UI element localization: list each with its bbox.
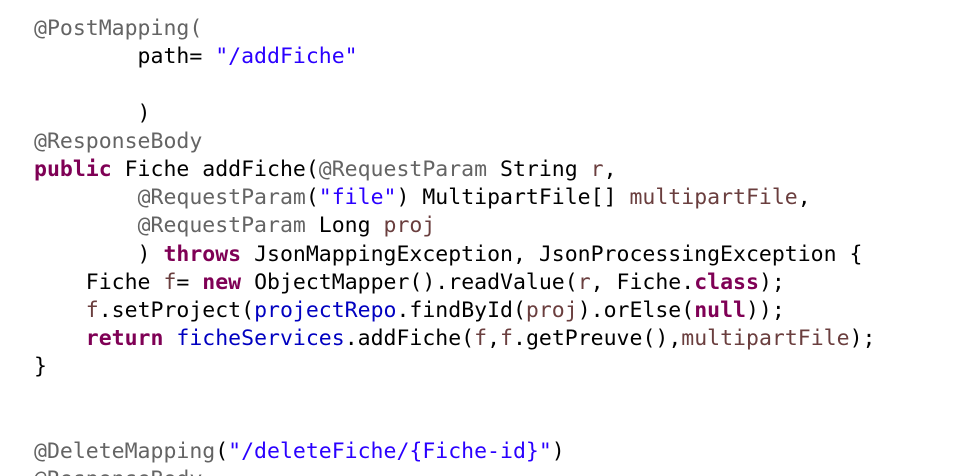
code-token: ); bbox=[849, 326, 876, 352]
code-token: ObjectMapper().readValue( bbox=[241, 269, 578, 295]
code-token: public bbox=[34, 156, 112, 182]
code-token: JsonMappingException, JsonProcessingExce… bbox=[241, 241, 863, 267]
code-token: } bbox=[34, 354, 47, 380]
code-token: f bbox=[474, 326, 488, 352]
code-line[interactable]: @ResponseBody bbox=[34, 128, 875, 156]
code-line[interactable]: @PostMapping( bbox=[34, 15, 875, 43]
code-token: ) bbox=[551, 438, 565, 464]
code-token: multipartFile bbox=[629, 185, 798, 211]
code-line[interactable]: f.setProject(projectRepo.findById(proj).… bbox=[34, 297, 875, 325]
code-token: r bbox=[577, 269, 591, 295]
code-token: Fiche addFiche( bbox=[111, 156, 319, 182]
code-token: null bbox=[694, 297, 746, 323]
code-token: ( bbox=[305, 185, 319, 211]
code-line[interactable]: @RequestParam("file") MultipartFile[] mu… bbox=[34, 184, 875, 212]
code-line[interactable]: @RequestParam Long proj bbox=[34, 212, 875, 240]
code-line[interactable]: public Fiche addFiche(@RequestParam Stri… bbox=[34, 156, 875, 184]
code-token: "file" bbox=[318, 185, 397, 211]
code-token: ) bbox=[34, 241, 164, 267]
code-token: f bbox=[85, 297, 99, 323]
code-token: proj bbox=[383, 213, 436, 239]
code-token: , bbox=[603, 156, 617, 182]
code-token: projectRepo bbox=[254, 297, 397, 323]
code-token: .setProject( bbox=[98, 297, 255, 323]
code-token: multipartFile bbox=[681, 326, 850, 352]
code-token: ).orElse( bbox=[577, 297, 695, 323]
code-line[interactable] bbox=[34, 381, 875, 409]
code-token: = bbox=[176, 269, 203, 295]
code-line[interactable]: return ficheServices.addFiche(f,f.getPre… bbox=[34, 325, 876, 353]
code-token: f bbox=[163, 269, 177, 295]
code-token: ) bbox=[34, 100, 151, 126]
code-line[interactable]: @ResponseBody bbox=[34, 466, 875, 476]
code-token: path= bbox=[34, 44, 216, 70]
code-token: , bbox=[487, 326, 501, 352]
code-token: ); bbox=[758, 269, 785, 295]
code-token: , Fiche. bbox=[590, 269, 695, 295]
code-line[interactable]: @DeleteMapping("/deleteFiche/{Fiche-id}"… bbox=[34, 438, 875, 466]
code-line[interactable]: ) bbox=[34, 100, 875, 128]
code-token: @RequestParam bbox=[137, 213, 306, 239]
code-token: proj bbox=[525, 297, 578, 323]
code-token: @DeleteMapping bbox=[34, 438, 216, 464]
code-token: "/deleteFiche/{Fiche-id}" bbox=[228, 438, 552, 464]
code-token: Long bbox=[305, 213, 384, 239]
code-token: ( bbox=[215, 438, 229, 464]
code-token: class bbox=[694, 269, 759, 295]
code-line[interactable]: } bbox=[34, 353, 875, 381]
code-token: f bbox=[500, 326, 513, 352]
code-editor[interactable]: @PostMapping( path= "/addFiche" ) @Respon… bbox=[0, 0, 978, 476]
code-token: .getPreuve(), bbox=[513, 326, 682, 352]
code-line[interactable] bbox=[34, 71, 875, 99]
code-token: String bbox=[487, 156, 591, 182]
code-token: @ResponseBody bbox=[34, 467, 202, 476]
code-line[interactable]: ) throws JsonMappingException, JsonProce… bbox=[34, 241, 875, 269]
code-token: ficheServices bbox=[176, 326, 345, 352]
code-token: @RequestParam bbox=[318, 156, 488, 182]
code-token: "/addFiche" bbox=[215, 44, 358, 70]
code-token: throws bbox=[163, 241, 242, 267]
code-token: .addFiche( bbox=[344, 326, 475, 352]
code-token: ) MultipartFile[] bbox=[396, 185, 630, 211]
code-content[interactable]: @PostMapping( path= "/addFiche" ) @Respon… bbox=[34, 15, 875, 476]
code-line[interactable]: path= "/addFiche" bbox=[34, 43, 875, 71]
code-token: r bbox=[590, 156, 604, 182]
code-token: return bbox=[85, 326, 164, 352]
code-line[interactable] bbox=[34, 410, 875, 438]
code-line[interactable]: Fiche f= new ObjectMapper().readValue(r,… bbox=[34, 269, 875, 297]
code-token: , bbox=[797, 185, 811, 211]
code-token: @RequestParam bbox=[137, 185, 306, 211]
code-token: @ResponseBody bbox=[34, 128, 203, 154]
code-token: new bbox=[202, 269, 242, 295]
code-token: Fiche bbox=[34, 269, 164, 295]
code-token: )); bbox=[745, 297, 785, 323]
code-token: .findById( bbox=[396, 297, 526, 323]
code-token: @PostMapping( bbox=[34, 16, 203, 41]
